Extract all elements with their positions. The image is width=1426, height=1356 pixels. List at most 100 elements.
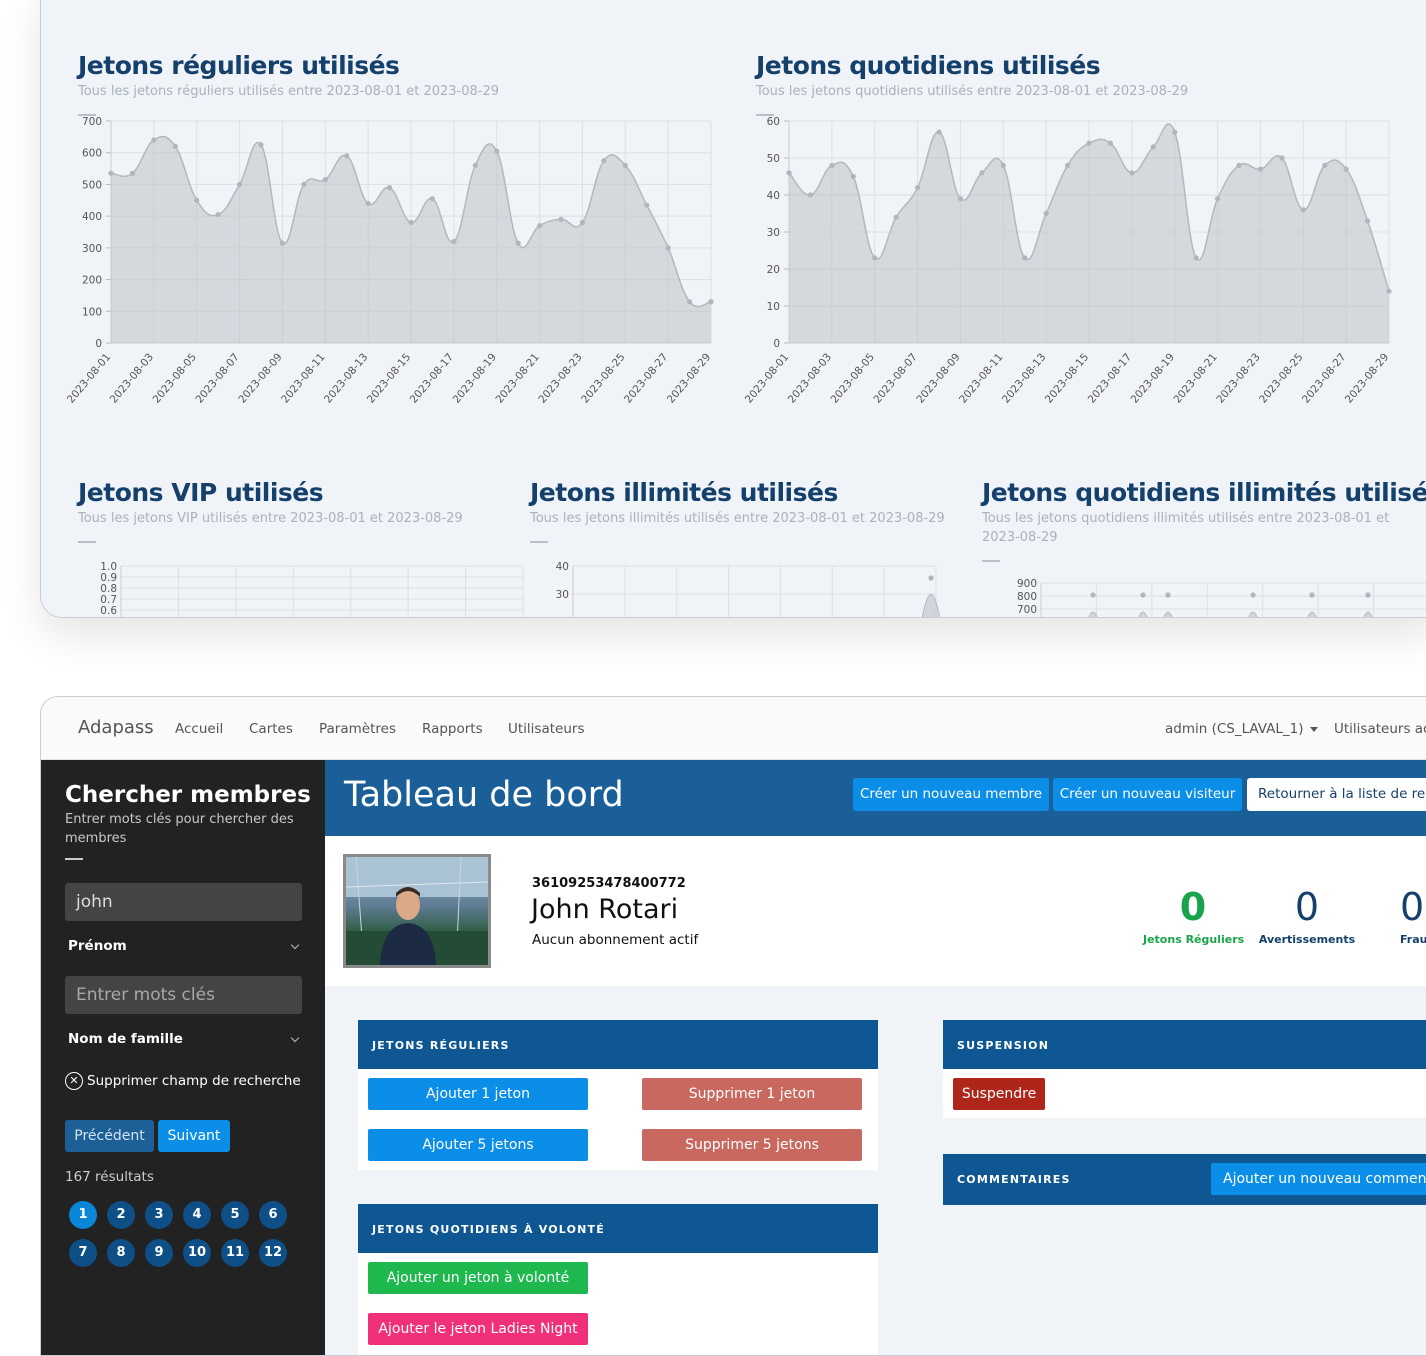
data-point[interactable] — [1365, 592, 1371, 598]
data-point[interactable] — [365, 200, 371, 207]
page-10-button[interactable]: 10 — [183, 1239, 211, 1267]
data-point[interactable] — [429, 196, 436, 202]
data-point[interactable] — [979, 170, 985, 176]
nav-accueil[interactable]: Accueil — [175, 721, 223, 737]
data-point[interactable] — [1364, 218, 1371, 224]
data-point[interactable] — [928, 575, 934, 581]
page-12-button[interactable]: 12 — [259, 1239, 287, 1267]
field-select-first[interactable]: Prénom — [68, 938, 302, 954]
data-point[interactable] — [957, 196, 964, 202]
previous-button[interactable]: Précédent — [65, 1120, 154, 1152]
data-point[interactable] — [1386, 288, 1392, 294]
add-5-tokens-button[interactable]: Ajouter 5 jetons — [368, 1129, 588, 1161]
data-point[interactable] — [872, 255, 878, 261]
data-point[interactable] — [1150, 144, 1156, 150]
data-point[interactable] — [1000, 162, 1006, 168]
data-point[interactable] — [194, 197, 200, 203]
data-point[interactable] — [258, 142, 264, 148]
data-point[interactable] — [807, 192, 814, 198]
remove-1-token-button[interactable]: Supprimer 1 jeton — [642, 1078, 862, 1110]
nav-utilisateurs-actifs[interactable]: Utilisateurs ac — [1334, 721, 1426, 737]
page-4-button[interactable]: 4 — [183, 1201, 211, 1229]
data-point[interactable] — [1309, 592, 1315, 598]
new-member-button[interactable]: Créer un nouveau membre — [853, 778, 1049, 811]
data-point[interactable] — [686, 299, 693, 305]
page-5-button[interactable]: 5 — [221, 1201, 249, 1229]
data-point[interactable] — [1172, 129, 1178, 135]
page-3-button[interactable]: 3 — [145, 1201, 173, 1229]
page-11-button[interactable]: 11 — [221, 1239, 249, 1267]
page-6-button[interactable]: 6 — [259, 1201, 287, 1229]
data-point[interactable] — [386, 185, 393, 191]
data-point[interactable] — [644, 202, 650, 208]
clear-search-button[interactable]: ✕ Supprimer champ de recherche — [65, 1072, 301, 1090]
data-point[interactable] — [622, 162, 628, 168]
data-point[interactable] — [708, 299, 714, 305]
data-point[interactable] — [301, 181, 307, 188]
suspend-button[interactable]: Suspendre — [953, 1078, 1045, 1110]
data-point[interactable] — [1193, 255, 1199, 261]
add-unlimited-token-button[interactable]: Ajouter un jeton à volonté — [368, 1262, 588, 1294]
nav-rapports[interactable]: Rapports — [422, 721, 483, 737]
nav-utilisateurs[interactable]: Utilisateurs — [508, 721, 584, 737]
data-point[interactable] — [893, 214, 899, 220]
page-9-button[interactable]: 9 — [145, 1239, 173, 1267]
data-point[interactable] — [1236, 162, 1242, 168]
add-1-token-button[interactable]: Ajouter 1 jeton — [368, 1078, 588, 1110]
data-point[interactable] — [1322, 162, 1328, 168]
data-point[interactable] — [536, 223, 543, 229]
add-comment-button[interactable]: Ajouter un nouveau commentai — [1211, 1163, 1426, 1195]
data-point[interactable] — [215, 211, 221, 218]
data-point[interactable] — [451, 238, 457, 245]
data-point[interactable] — [472, 162, 478, 168]
data-point[interactable] — [601, 158, 607, 164]
field-select-second[interactable]: Nom de famille — [68, 1031, 302, 1047]
data-point[interactable] — [108, 170, 114, 176]
data-point[interactable] — [1090, 592, 1096, 598]
data-point[interactable] — [1140, 592, 1146, 598]
remove-5-tokens-button[interactable]: Supprimer 5 jetons — [642, 1129, 862, 1161]
data-point[interactable] — [279, 240, 286, 246]
page-7-button[interactable]: 7 — [69, 1239, 97, 1267]
nav-parametres[interactable]: Paramètres — [319, 721, 396, 737]
data-point[interactable] — [579, 219, 586, 226]
next-button[interactable]: Suivant — [158, 1120, 230, 1152]
page-8-button[interactable]: 8 — [107, 1239, 135, 1267]
new-visitor-button[interactable]: Créer un nouveau visiteur — [1053, 778, 1242, 811]
data-point[interactable] — [408, 219, 414, 226]
data-point[interactable] — [1165, 592, 1171, 598]
data-point[interactable] — [151, 137, 157, 143]
data-point[interactable] — [665, 245, 671, 251]
add-ladies-night-button[interactable]: Ajouter le jeton Ladies Night — [368, 1313, 588, 1345]
data-point[interactable] — [236, 181, 243, 188]
data-point[interactable] — [1279, 155, 1285, 161]
data-point[interactable] — [172, 143, 178, 149]
nav-cartes[interactable]: Cartes — [249, 721, 293, 737]
data-point[interactable] — [850, 173, 856, 180]
data-point[interactable] — [1343, 166, 1349, 172]
user-menu[interactable]: admin (CS_LAVAL_1) — [1165, 721, 1318, 737]
data-point[interactable] — [344, 153, 350, 159]
data-point[interactable] — [829, 162, 835, 168]
data-point[interactable] — [1129, 170, 1135, 176]
data-point[interactable] — [1043, 210, 1049, 217]
search-input-first[interactable]: john — [65, 883, 302, 921]
data-point[interactable] — [936, 129, 942, 135]
page-2-button[interactable]: 2 — [107, 1201, 135, 1229]
data-point[interactable] — [786, 170, 792, 176]
brand-logo[interactable]: Adapass — [78, 717, 154, 738]
search-input-second[interactable]: Entrer mots clés — [65, 976, 302, 1014]
data-point[interactable] — [1064, 162, 1071, 168]
data-point[interactable] — [129, 170, 136, 176]
data-point[interactable] — [1300, 207, 1306, 213]
page-1-button[interactable]: 1 — [69, 1201, 97, 1229]
data-point[interactable] — [1214, 196, 1221, 202]
data-point[interactable] — [515, 240, 521, 246]
data-point[interactable] — [322, 177, 328, 183]
data-point[interactable] — [558, 216, 564, 222]
data-point[interactable] — [1250, 592, 1256, 598]
data-point[interactable] — [1022, 255, 1028, 261]
data-point[interactable] — [494, 148, 500, 154]
data-point[interactable] — [1086, 140, 1092, 146]
data-point[interactable] — [914, 185, 921, 191]
